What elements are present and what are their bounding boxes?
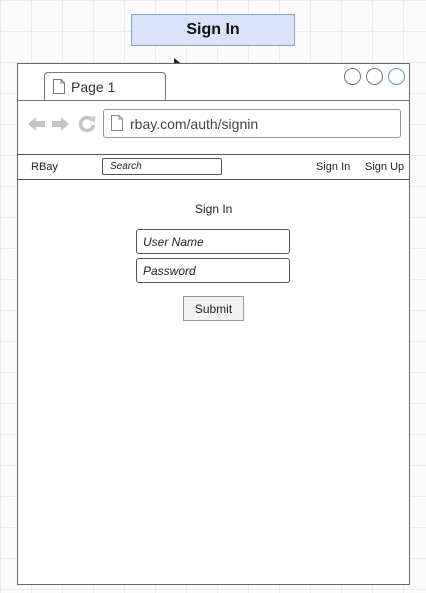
page-icon bbox=[111, 115, 123, 136]
url-text: rbay.com/auth/signin bbox=[130, 116, 259, 132]
tab-bar-divider bbox=[18, 100, 409, 101]
address-bar[interactable]: rbay.com/auth/signin bbox=[103, 109, 401, 138]
forward-arrow-icon[interactable] bbox=[51, 115, 70, 138]
back-arrow-icon[interactable] bbox=[27, 115, 46, 138]
site-navbar: RBay Search Sign In Sign Up bbox=[18, 154, 409, 180]
window-button-3[interactable] bbox=[388, 68, 405, 85]
username-field[interactable]: User Name bbox=[136, 229, 290, 254]
window-button-1[interactable] bbox=[344, 68, 361, 85]
brand-link[interactable]: RBay bbox=[31, 161, 58, 173]
browser-window: Page 1 rbay.com/auth/signin RBay Search … bbox=[17, 63, 410, 585]
page-icon bbox=[53, 79, 65, 99]
browser-tab[interactable]: Page 1 bbox=[44, 72, 166, 101]
search-input[interactable]: Search bbox=[102, 158, 222, 175]
password-field[interactable]: Password bbox=[136, 258, 290, 283]
window-button-2[interactable] bbox=[366, 68, 383, 85]
tab-label: Page 1 bbox=[71, 79, 116, 95]
form-heading: Sign In bbox=[195, 202, 233, 216]
page-title: Sign In bbox=[186, 21, 240, 38]
nav-sign-in-link[interactable]: Sign In bbox=[316, 161, 350, 173]
page-title-box: Sign In bbox=[131, 14, 295, 46]
submit-button[interactable]: Submit bbox=[183, 296, 244, 321]
refresh-icon[interactable] bbox=[78, 115, 96, 138]
nav-sign-up-link[interactable]: Sign Up bbox=[365, 161, 404, 173]
